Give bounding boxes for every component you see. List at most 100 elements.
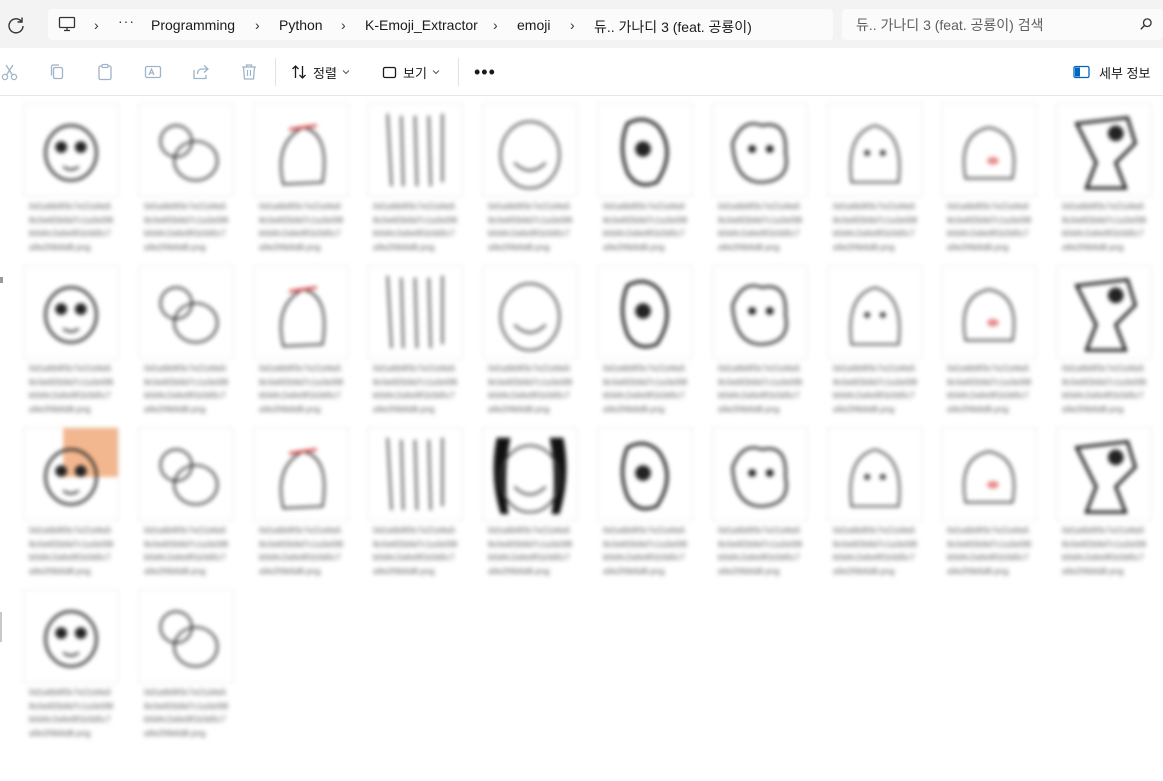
- chevron-right-icon[interactable]: ›: [94, 17, 99, 33]
- file-thumbnail[interactable]: [253, 427, 349, 521]
- file-thumbnail[interactable]: [1056, 103, 1152, 197]
- file-name[interactable]: 0d1a6b9f3c7e21d4a58c0e6f2b9d7c1a3e5f8b0d…: [718, 362, 804, 422]
- file-name[interactable]: 0d1a6b9f3c7e21d4a58c0e6f2b9d7c1a3e5f8b0d…: [718, 524, 804, 584]
- file-item[interactable]: 0d1a6b9f3c7e21d4a58c0e6f2b9d7c1a3e5f8b0d…: [253, 265, 349, 423]
- file-item[interactable]: 0d1a6b9f3c7e21d4a58c0e6f2b9d7c1a3e5f8b0d…: [482, 103, 578, 261]
- file-item[interactable]: 0d1a6b9f3c7e21d4a58c0e6f2b9d7c1a3e5f8b0d…: [138, 589, 234, 747]
- file-name[interactable]: 0d1a6b9f3c7e21d4a58c0e6f2b9d7c1a3e5f8b0d…: [29, 200, 115, 260]
- file-thumbnail[interactable]: [23, 265, 119, 359]
- file-name[interactable]: 0d1a6b9f3c7e21d4a58c0e6f2b9d7c1a3e5f8b0d…: [488, 362, 574, 422]
- file-thumbnail[interactable]: [138, 589, 234, 683]
- file-name[interactable]: 0d1a6b9f3c7e21d4a58c0e6f2b9d7c1a3e5f8b0d…: [833, 200, 919, 260]
- file-name[interactable]: 0d1a6b9f3c7e21d4a58c0e6f2b9d7c1a3e5f8b0d…: [144, 686, 230, 746]
- scissors-icon[interactable]: [1, 63, 19, 81]
- file-name[interactable]: 0d1a6b9f3c7e21d4a58c0e6f2b9d7c1a3e5f8b0d…: [603, 524, 689, 584]
- file-thumbnail[interactable]: [138, 265, 234, 359]
- file-thumbnail[interactable]: [712, 103, 808, 197]
- copy-icon[interactable]: [48, 63, 66, 81]
- file-item[interactable]: 0d1a6b9f3c7e21d4a58c0e6f2b9d7c1a3e5f8b0d…: [253, 427, 349, 585]
- file-thumbnail[interactable]: [597, 265, 693, 359]
- file-name[interactable]: 0d1a6b9f3c7e21d4a58c0e6f2b9d7c1a3e5f8b0d…: [718, 200, 804, 260]
- view-button[interactable]: 보기: [382, 61, 440, 83]
- file-thumbnail[interactable]: [941, 427, 1037, 521]
- search-input[interactable]: [856, 15, 1136, 35]
- chevron-right-icon[interactable]: ›: [570, 17, 575, 33]
- file-thumbnail[interactable]: [941, 103, 1037, 197]
- file-name[interactable]: 0d1a6b9f3c7e21d4a58c0e6f2b9d7c1a3e5f8b0d…: [833, 524, 919, 584]
- file-thumbnail[interactable]: [1056, 265, 1152, 359]
- file-item[interactable]: 0d1a6b9f3c7e21d4a58c0e6f2b9d7c1a3e5f8b0d…: [941, 103, 1037, 261]
- breadcrumb-emoji[interactable]: emoji: [517, 17, 550, 33]
- file-name[interactable]: 0d1a6b9f3c7e21d4a58c0e6f2b9d7c1a3e5f8b0d…: [488, 200, 574, 260]
- file-thumbnail[interactable]: [367, 265, 463, 359]
- file-thumbnail[interactable]: [367, 103, 463, 197]
- sort-button[interactable]: 정렬: [291, 61, 350, 83]
- file-item[interactable]: 0d1a6b9f3c7e21d4a58c0e6f2b9d7c1a3e5f8b0d…: [597, 265, 693, 423]
- share-icon[interactable]: [192, 63, 210, 81]
- file-thumbnail[interactable]: [941, 265, 1037, 359]
- file-item[interactable]: 0d1a6b9f3c7e21d4a58c0e6f2b9d7c1a3e5f8b0d…: [138, 265, 234, 423]
- file-name[interactable]: 0d1a6b9f3c7e21d4a58c0e6f2b9d7c1a3e5f8b0d…: [947, 362, 1033, 422]
- chevron-right-icon[interactable]: ›: [341, 17, 346, 33]
- file-thumbnail[interactable]: [23, 103, 119, 197]
- file-name[interactable]: 0d1a6b9f3c7e21d4a58c0e6f2b9d7c1a3e5f8b0d…: [29, 686, 115, 746]
- file-name[interactable]: 0d1a6b9f3c7e21d4a58c0e6f2b9d7c1a3e5f8b0d…: [373, 524, 459, 584]
- file-item[interactable]: 0d1a6b9f3c7e21d4a58c0e6f2b9d7c1a3e5f8b0d…: [1056, 265, 1152, 423]
- file-item[interactable]: 0d1a6b9f3c7e21d4a58c0e6f2b9d7c1a3e5f8b0d…: [482, 265, 578, 423]
- file-thumbnail[interactable]: [482, 427, 578, 521]
- file-name[interactable]: 0d1a6b9f3c7e21d4a58c0e6f2b9d7c1a3e5f8b0d…: [144, 362, 230, 422]
- file-name[interactable]: 0d1a6b9f3c7e21d4a58c0e6f2b9d7c1a3e5f8b0d…: [603, 200, 689, 260]
- file-name[interactable]: 0d1a6b9f3c7e21d4a58c0e6f2b9d7c1a3e5f8b0d…: [373, 200, 459, 260]
- file-item[interactable]: 0d1a6b9f3c7e21d4a58c0e6f2b9d7c1a3e5f8b0d…: [138, 427, 234, 585]
- file-thumbnail[interactable]: [138, 103, 234, 197]
- file-name[interactable]: 0d1a6b9f3c7e21d4a58c0e6f2b9d7c1a3e5f8b0d…: [373, 362, 459, 422]
- file-name[interactable]: 0d1a6b9f3c7e21d4a58c0e6f2b9d7c1a3e5f8b0d…: [259, 200, 345, 260]
- file-thumbnail[interactable]: [482, 265, 578, 359]
- file-item[interactable]: 0d1a6b9f3c7e21d4a58c0e6f2b9d7c1a3e5f8b0d…: [23, 589, 119, 747]
- file-item[interactable]: 0d1a6b9f3c7e21d4a58c0e6f2b9d7c1a3e5f8b0d…: [941, 427, 1037, 585]
- file-name[interactable]: 0d1a6b9f3c7e21d4a58c0e6f2b9d7c1a3e5f8b0d…: [29, 524, 115, 584]
- file-thumbnail[interactable]: [1056, 427, 1152, 521]
- file-thumbnail[interactable]: [827, 427, 923, 521]
- file-item[interactable]: 0d1a6b9f3c7e21d4a58c0e6f2b9d7c1a3e5f8b0d…: [827, 265, 923, 423]
- breadcrumb-programming[interactable]: Programming: [151, 17, 235, 33]
- file-name[interactable]: 0d1a6b9f3c7e21d4a58c0e6f2b9d7c1a3e5f8b0d…: [29, 362, 115, 422]
- file-thumbnail[interactable]: [253, 103, 349, 197]
- file-item[interactable]: 0d1a6b9f3c7e21d4a58c0e6f2b9d7c1a3e5f8b0d…: [712, 265, 808, 423]
- file-thumbnail[interactable]: [23, 589, 119, 683]
- file-item[interactable]: 0d1a6b9f3c7e21d4a58c0e6f2b9d7c1a3e5f8b0d…: [482, 427, 578, 585]
- more-options-button[interactable]: •••: [474, 63, 496, 81]
- file-name[interactable]: 0d1a6b9f3c7e21d4a58c0e6f2b9d7c1a3e5f8b0d…: [1062, 200, 1148, 260]
- breadcrumb-current-folder[interactable]: 듀.. 가나디 3 (feat. 공룡이): [594, 17, 752, 37]
- breadcrumb-k-emoji-extractor[interactable]: K-Emoji_Extractor: [365, 17, 478, 33]
- file-item[interactable]: 0d1a6b9f3c7e21d4a58c0e6f2b9d7c1a3e5f8b0d…: [367, 427, 463, 585]
- file-item[interactable]: 0d1a6b9f3c7e21d4a58c0e6f2b9d7c1a3e5f8b0d…: [827, 103, 923, 261]
- search-box[interactable]: [842, 9, 1163, 40]
- file-item[interactable]: 0d1a6b9f3c7e21d4a58c0e6f2b9d7c1a3e5f8b0d…: [1056, 427, 1152, 585]
- file-item[interactable]: 0d1a6b9f3c7e21d4a58c0e6f2b9d7c1a3e5f8b0d…: [23, 265, 119, 423]
- file-thumbnail[interactable]: [253, 265, 349, 359]
- file-name[interactable]: 0d1a6b9f3c7e21d4a58c0e6f2b9d7c1a3e5f8b0d…: [603, 362, 689, 422]
- file-thumbnail[interactable]: [597, 427, 693, 521]
- file-name[interactable]: 0d1a6b9f3c7e21d4a58c0e6f2b9d7c1a3e5f8b0d…: [144, 200, 230, 260]
- file-name[interactable]: 0d1a6b9f3c7e21d4a58c0e6f2b9d7c1a3e5f8b0d…: [947, 524, 1033, 584]
- search-icon[interactable]: [1139, 17, 1153, 31]
- file-item[interactable]: 0d1a6b9f3c7e21d4a58c0e6f2b9d7c1a3e5f8b0d…: [712, 103, 808, 261]
- file-thumbnail[interactable]: [23, 427, 119, 521]
- file-item[interactable]: 0d1a6b9f3c7e21d4a58c0e6f2b9d7c1a3e5f8b0d…: [367, 103, 463, 261]
- file-item[interactable]: 0d1a6b9f3c7e21d4a58c0e6f2b9d7c1a3e5f8b0d…: [367, 265, 463, 423]
- refresh-icon[interactable]: [5, 14, 27, 36]
- trash-icon[interactable]: [240, 63, 258, 81]
- file-name[interactable]: 0d1a6b9f3c7e21d4a58c0e6f2b9d7c1a3e5f8b0d…: [144, 524, 230, 584]
- nav-pane-scroll-indicator[interactable]: [0, 612, 2, 642]
- computer-icon[interactable]: [58, 16, 76, 32]
- chevron-right-icon[interactable]: ›: [255, 17, 260, 33]
- file-item[interactable]: 0d1a6b9f3c7e21d4a58c0e6f2b9d7c1a3e5f8b0d…: [941, 265, 1037, 423]
- file-name[interactable]: 0d1a6b9f3c7e21d4a58c0e6f2b9d7c1a3e5f8b0d…: [833, 362, 919, 422]
- file-item[interactable]: 0d1a6b9f3c7e21d4a58c0e6f2b9d7c1a3e5f8b0d…: [827, 427, 923, 585]
- file-item[interactable]: 0d1a6b9f3c7e21d4a58c0e6f2b9d7c1a3e5f8b0d…: [597, 103, 693, 261]
- file-thumbnail[interactable]: [138, 427, 234, 521]
- ellipsis-icon[interactable]: ···: [118, 13, 135, 29]
- details-pane-button[interactable]: 세부 정보: [1073, 61, 1150, 83]
- file-name[interactable]: 0d1a6b9f3c7e21d4a58c0e6f2b9d7c1a3e5f8b0d…: [1062, 524, 1148, 584]
